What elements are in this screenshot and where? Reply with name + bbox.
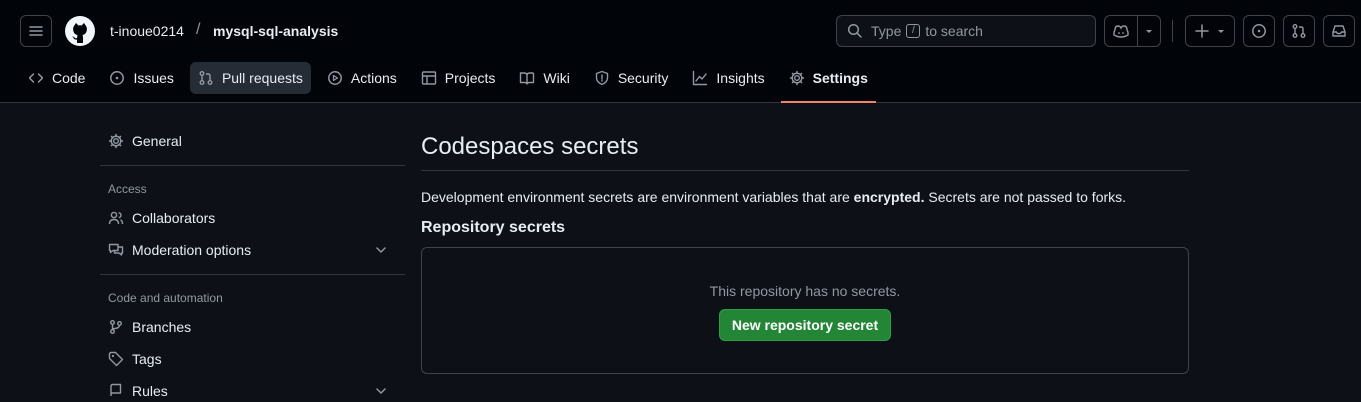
repo-nav-tabs: Code Issues Pull requests Actions Projec… [20, 62, 884, 103]
sidebar-item-label: Moderation options [132, 242, 252, 258]
search-shortcut-key: / [906, 24, 921, 38]
sidebar-item-label: Tags [132, 351, 162, 367]
sidebar-item-label: Rules [132, 383, 168, 399]
github-logo-icon[interactable] [64, 15, 96, 47]
repository-secrets-heading: Repository secrets [421, 219, 566, 236]
tab-settings-label: Settings [812, 70, 868, 86]
copilot-menu-button[interactable] [1137, 15, 1161, 47]
menu-button[interactable] [20, 15, 52, 47]
tab-actions[interactable]: Actions [319, 62, 405, 94]
new-repository-secret-button[interactable]: New repository secret [718, 309, 892, 341]
chevron-down-icon [376, 388, 386, 394]
description-text-end: Secrets are not passed to forks. [924, 189, 1127, 205]
hamburger-icon [29, 26, 43, 36]
description-text: Development environment secrets are envi… [421, 189, 854, 205]
search-prefix: Type [871, 23, 902, 39]
git-pull-request-icon [1292, 24, 1306, 38]
plus-icon [1195, 24, 1209, 38]
tab-wiki-label: Wiki [543, 70, 570, 86]
sidebar-item-general[interactable]: General [100, 125, 405, 157]
code-icon [28, 73, 44, 83]
sidebar-item-tags[interactable]: Tags [100, 343, 405, 375]
sidebar-divider [100, 274, 405, 275]
tab-settings[interactable]: Settings [780, 62, 877, 103]
description-emphasis: encrypted. [853, 189, 925, 205]
table-icon [421, 71, 436, 85]
path-separator: / [196, 21, 201, 38]
settings-sidebar: General Access Collaborators Moderation … [100, 125, 405, 402]
copilot-button[interactable] [1104, 15, 1138, 47]
empty-state-message: This repository has no secrets. [709, 283, 901, 299]
sidebar-item-collaborators[interactable]: Collaborators [100, 202, 405, 234]
inbox-icon [1332, 25, 1346, 37]
tab-pull-requests-label: Pull requests [221, 70, 303, 86]
pull-requests-button[interactable] [1283, 15, 1315, 47]
shield-icon [595, 70, 609, 86]
chevron-down-icon [376, 247, 386, 253]
create-new-button[interactable] [1185, 15, 1235, 47]
issue-opened-icon [110, 71, 125, 85]
play-icon [327, 71, 342, 85]
repo-name-link[interactable]: mysql-sql-analysis [213, 23, 338, 39]
gear-icon [789, 70, 804, 86]
graph-icon [693, 70, 708, 86]
search-suffix: to search [925, 23, 983, 39]
issue-opened-icon [1252, 24, 1266, 38]
sidebar-item-label: Branches [132, 319, 192, 335]
people-icon [108, 211, 124, 225]
search-icon [847, 23, 862, 38]
tab-security-label: Security [617, 70, 669, 86]
settings-content: Codespaces secrets Development environme… [421, 125, 1189, 374]
page-title: Codespaces secrets [421, 125, 1189, 171]
tab-actions-label: Actions [350, 70, 397, 86]
comment-discussion-icon [108, 243, 124, 256]
repo-push-icon [110, 383, 122, 396]
tab-insights[interactable]: Insights [684, 62, 772, 94]
tab-security[interactable]: Security [586, 62, 677, 94]
issues-button[interactable] [1243, 15, 1275, 47]
search-input[interactable]: Type / to search [836, 15, 1096, 47]
inbox-button[interactable] [1323, 15, 1355, 47]
repo-owner-link[interactable]: t-inoue0214 [110, 23, 184, 39]
tab-pull-requests[interactable]: Pull requests [189, 62, 311, 94]
sidebar-section-heading: Code and automation [108, 291, 223, 305]
git-pull-request-icon [199, 71, 213, 85]
tab-issues[interactable]: Issues [101, 62, 181, 94]
gear-icon [108, 133, 124, 149]
tab-projects[interactable]: Projects [413, 62, 504, 94]
sidebar-item-label: General [132, 133, 182, 149]
tab-wiki[interactable]: Wiki [511, 62, 577, 94]
tab-issues-label: Issues [133, 70, 174, 86]
tab-insights-label: Insights [716, 70, 765, 86]
copilot-icon [1113, 25, 1129, 38]
git-branch-icon [110, 320, 122, 334]
app-header: t-inoue0214 / mysql-sql-analysis Type / … [0, 0, 1361, 103]
tab-code[interactable]: Code [20, 62, 93, 94]
sidebar-section-heading: Access [108, 182, 147, 196]
triangle-down-icon [1146, 30, 1152, 33]
sidebar-item-label: Collaborators [132, 210, 216, 226]
sidebar-item-branches[interactable]: Branches [100, 311, 405, 343]
global-nav: t-inoue0214 / mysql-sql-analysis Type / … [0, 12, 1361, 52]
sidebar-item-rules[interactable]: Rules [100, 375, 405, 402]
sidebar-divider [100, 165, 405, 166]
page-description: Development environment secrets are envi… [421, 189, 1189, 205]
secrets-empty-state: This repository has no secrets. New repo… [421, 247, 1189, 374]
tab-code-label: Code [52, 70, 86, 86]
sidebar-item-moderation[interactable]: Moderation options [100, 234, 405, 266]
tag-icon [108, 351, 124, 367]
book-icon [520, 72, 535, 85]
tab-projects-label: Projects [444, 70, 496, 86]
header-divider [1172, 20, 1173, 42]
triangle-down-icon [1218, 30, 1224, 33]
